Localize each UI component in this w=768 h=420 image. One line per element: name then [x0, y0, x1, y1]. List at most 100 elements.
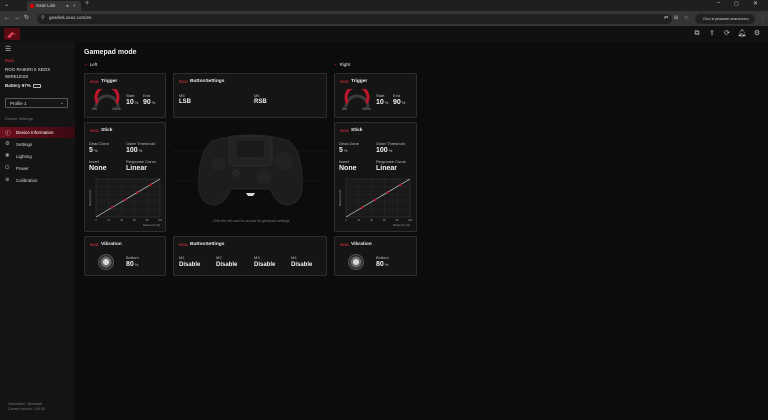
bell-icon[interactable]: 🔔︎	[737, 29, 747, 39]
m5-label: M5	[179, 93, 185, 98]
sidebar-item-power[interactable]: ⏻ Power	[0, 163, 75, 174]
x-tick-label: 60	[383, 218, 386, 222]
back-icon[interactable]: ←	[4, 14, 10, 22]
invert-label: Invert	[339, 159, 350, 164]
incognito-badge[interactable]: Оно в режиме инкогнито	[695, 13, 755, 24]
start-value: 10%	[126, 99, 139, 106]
power-icon: ⏻	[5, 165, 10, 171]
gauge-min: 0%	[342, 107, 347, 111]
left-side-label: • Left	[85, 62, 98, 67]
menu-icon[interactable]: ☰	[5, 45, 11, 53]
end-value: 90%	[143, 99, 156, 106]
card-title: ButtonSettings	[190, 79, 225, 84]
sidebar-item-device-information[interactable]: ⓘ Device Information	[0, 127, 75, 138]
rog-mark-icon: ROG	[340, 129, 349, 133]
light-icon: ✺	[5, 153, 10, 159]
card-title: Trigger	[351, 79, 368, 84]
rog-mark-icon: ROG	[179, 243, 188, 247]
left-vibration-card[interactable]: ROG Vibration Bottom 80%	[84, 236, 166, 276]
vibration-knob-icon	[98, 254, 114, 270]
tab-favicon-icon	[30, 4, 34, 8]
gear-icon[interactable]: ⚙	[752, 29, 762, 39]
x-axis-label: Movement (%)	[393, 223, 410, 227]
chevron-down-icon: ⌄	[59, 100, 64, 106]
url-text[interactable]: gearlink.asus.com/en	[49, 15, 92, 20]
left-trigger-card[interactable]: ROG Trigger 0% 100% Start End 10% 90%	[84, 73, 166, 118]
button-settings-bottom-card[interactable]: ROG ButtonSettings M1 Disable M2 Disable…	[173, 236, 327, 276]
browser-tab[interactable]: Gear Link ◂ ×	[27, 1, 81, 11]
card-title: Stick	[351, 128, 363, 133]
right-vibration-card[interactable]: ROG Vibration Bottom 80%	[334, 236, 417, 276]
end-label: End	[143, 93, 151, 98]
invert-value: None	[339, 165, 357, 172]
new-tab-icon[interactable]: +	[85, 0, 89, 7]
extension-icon[interactable]: ⊞	[674, 15, 678, 21]
tab-search-icon[interactable]: ⌄	[4, 1, 9, 8]
maximize-icon[interactable]: ▢	[734, 1, 739, 7]
sidebar-item-calibration[interactable]: ⊕ Calibration	[0, 175, 75, 186]
dead-zone-label: Dead Zone	[89, 141, 109, 146]
outer-threshold-value: 100%	[376, 147, 393, 154]
left-stick-card[interactable]: ROG Stick Dead Zone Outer Threshold 5% 1…	[84, 122, 166, 232]
info-icon: ⓘ	[5, 131, 11, 137]
rog-mark-icon: ROG	[179, 80, 188, 84]
reload-icon[interactable]: ↻	[24, 14, 29, 22]
device-name: ROG RAIKIRI II XBOX WIRELESS	[5, 67, 51, 79]
controller-image	[174, 119, 327, 231]
card-title: Vibration	[101, 242, 122, 247]
browser-tab-strip: ⌄ Gear Link ◂ × + – ▢ ✕	[0, 0, 768, 11]
forward-icon[interactable]: →	[14, 14, 20, 22]
right-trigger-card[interactable]: ROG Trigger 0% 100% Start End 10% 90%	[334, 73, 417, 118]
x-tick-label: 40	[370, 218, 373, 222]
minimize-icon[interactable]: –	[717, 0, 720, 6]
browser-menu-icon[interactable]: ⋮	[760, 15, 765, 21]
close-window-icon[interactable]: ✕	[753, 0, 758, 7]
battery-status: Battery 97%	[5, 83, 41, 88]
right-stick-card[interactable]: ROG Stick Dead Zone Outer Threshold 5% 1…	[334, 122, 417, 232]
right-label-text: Right	[339, 62, 351, 67]
translate-icon[interactable]: ⇄	[664, 15, 668, 21]
tab-audio-icon[interactable]: ◂	[66, 3, 68, 9]
settings-icon: ⚙	[5, 141, 10, 147]
profile-select[interactable]: Profile 1 ⌄	[5, 98, 68, 108]
card-title: Stick	[101, 128, 113, 133]
rog-logo-icon	[4, 28, 20, 40]
refresh-icon[interactable]: ⟳	[722, 29, 732, 39]
m2-value: Disable	[216, 262, 238, 268]
site-info-icon[interactable]: ⚲	[41, 15, 45, 21]
curve-point	[399, 183, 402, 186]
tab-close-icon[interactable]: ×	[73, 3, 76, 8]
start-label: Start	[376, 93, 385, 98]
right-side-label: • Right	[335, 62, 351, 67]
vibration-label: Bottom	[376, 255, 389, 260]
x-tick-label: 0	[345, 218, 347, 222]
curve-point	[360, 206, 364, 209]
app-header: ⧉ ⇪ ⟳ 🔔︎ ⚙	[0, 26, 768, 42]
bookmark-icon[interactable]: ☆	[684, 15, 688, 21]
start-label: Start	[126, 93, 135, 98]
trigger-gauge	[94, 89, 120, 108]
battery-label: Battery 97%	[5, 83, 31, 88]
start-value: 10%	[376, 99, 389, 106]
m5-value: LSB	[179, 99, 191, 105]
sidebar-item-label: Settings	[16, 142, 33, 147]
invert-label: Invert	[89, 159, 100, 164]
rog-mark-icon: ROG	[90, 243, 99, 247]
sidebar-item-lighting[interactable]: ✺ Lighting	[0, 151, 75, 162]
response-curve-value: Linear	[126, 165, 148, 172]
m1-label: M1	[179, 255, 185, 260]
calibration-icon: ⊕	[5, 177, 10, 183]
url-bar[interactable]: ⚲ gearlink.asus.com/en ⇄	[37, 13, 672, 24]
share-icon[interactable]: ⇪	[707, 29, 717, 39]
vibration-value: 80%	[376, 261, 389, 268]
vibration-knob-icon	[348, 254, 364, 270]
response-curve-chart: 0 20 40 60 80 100 Response (%) Movement (%)	[337, 177, 415, 229]
m6-value: RSB	[254, 99, 267, 105]
curve-point	[149, 183, 152, 186]
window-icon[interactable]: ⧉	[692, 29, 702, 39]
button-settings-top-card[interactable]: ROG ButtonSettings M5 LSB M6 RSB	[173, 73, 327, 118]
sidebar-item-settings[interactable]: ⚙ Settings	[0, 139, 75, 150]
card-title: ButtonSettings	[190, 242, 225, 247]
x-tick-label: 40	[120, 218, 123, 222]
m3-value: Disable	[254, 262, 276, 268]
